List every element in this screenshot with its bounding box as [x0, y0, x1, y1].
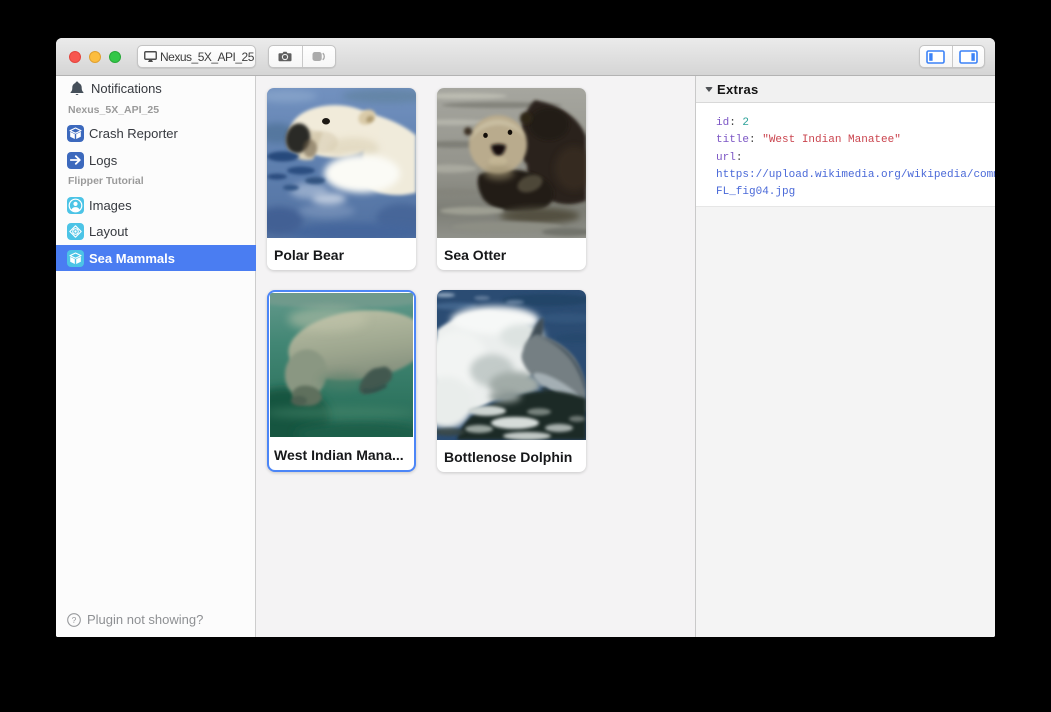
svg-text:?: ?	[72, 615, 77, 625]
